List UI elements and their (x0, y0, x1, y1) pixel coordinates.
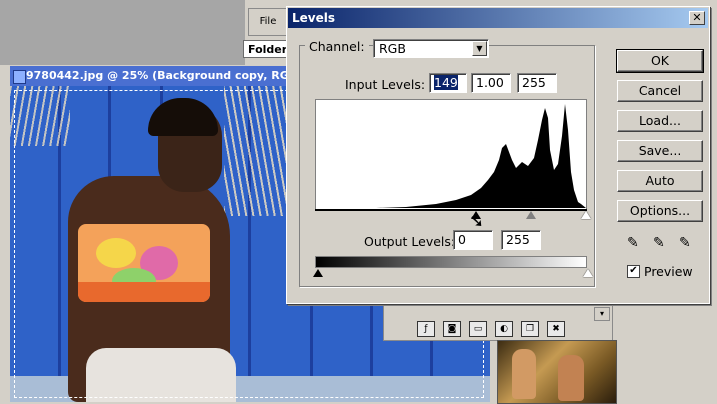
output-black-slider[interactable] (313, 269, 323, 277)
chevron-down-icon[interactable]: ▼ (472, 41, 487, 56)
save-button[interactable]: Save... (617, 140, 703, 162)
input-white-slider[interactable] (581, 211, 591, 219)
channel-label: Channel: (305, 39, 369, 54)
new-layer-icon[interactable]: ❐ (521, 321, 539, 337)
cancel-button[interactable]: Cancel (617, 80, 703, 102)
auto-button[interactable]: Auto (617, 170, 703, 192)
layer-style-icon[interactable]: ƒ (417, 321, 435, 337)
gray-eyedropper-icon[interactable]: ✎ (653, 235, 665, 251)
channel-select[interactable]: RGB ▼ (373, 39, 489, 58)
adjustment-layer-icon[interactable]: ◐ (495, 321, 513, 337)
levels-titlebar[interactable]: Levels ✕ (288, 8, 708, 28)
photoshop-document-icon (13, 70, 26, 84)
output-white-field[interactable]: 255 (501, 230, 541, 250)
histogram-graph (316, 104, 586, 208)
load-button[interactable]: Load... (617, 110, 703, 132)
black-eyedropper-icon[interactable]: ✎ (627, 235, 639, 251)
output-white-slider[interactable] (583, 269, 593, 277)
second-image-thumbnail (497, 340, 617, 404)
white-eyedropper-icon[interactable]: ✎ (679, 235, 691, 251)
input-levels-label: Input Levels: (345, 77, 426, 92)
ok-button[interactable]: OK (616, 49, 704, 73)
histogram (315, 99, 587, 211)
input-white-field[interactable]: 255 (517, 73, 557, 93)
dialog-title: Levels (292, 11, 336, 25)
input-gamma-field[interactable]: 1.00 (471, 73, 511, 93)
channel-value: RGB (379, 41, 406, 56)
preview-checkbox[interactable]: ✔ (627, 265, 640, 278)
preview-checkbox-row[interactable]: ✔ Preview (627, 264, 693, 279)
input-black-field[interactable]: 149 (429, 73, 467, 93)
output-levels-label: Output Levels: (364, 234, 456, 249)
document-titlebar[interactable]: 9780442.jpg @ 25% (Background copy, RG (10, 66, 290, 86)
output-gradient (315, 256, 587, 268)
document-title: 9780442.jpg @ 25% (Background copy, RG (26, 69, 289, 82)
levels-dialog: Levels ✕ Channel: RGB ▼ Input Levels: 14… (286, 6, 710, 304)
input-slider-track[interactable] (315, 209, 587, 211)
arrow-cursor-icon: ➘ (469, 211, 485, 232)
layer-folder-icon[interactable]: ▭ (469, 321, 487, 337)
layers-palette-toolbar: ƒ ◙ ▭ ◐ ❐ ✖ (395, 319, 603, 339)
layer-mask-icon[interactable]: ◙ (443, 321, 461, 337)
trash-icon[interactable]: ✖ (547, 321, 565, 337)
folder-tab[interactable]: Folder (243, 40, 289, 58)
file-menu[interactable]: File (248, 8, 288, 36)
close-icon: ✕ (692, 11, 702, 24)
workspace-gray (0, 0, 245, 65)
options-button[interactable]: Options... (617, 200, 703, 222)
output-black-field[interactable]: 0 (453, 230, 493, 250)
input-gamma-slider[interactable] (526, 211, 536, 219)
preview-label: Preview (644, 264, 693, 279)
close-button[interactable]: ✕ (689, 11, 705, 25)
